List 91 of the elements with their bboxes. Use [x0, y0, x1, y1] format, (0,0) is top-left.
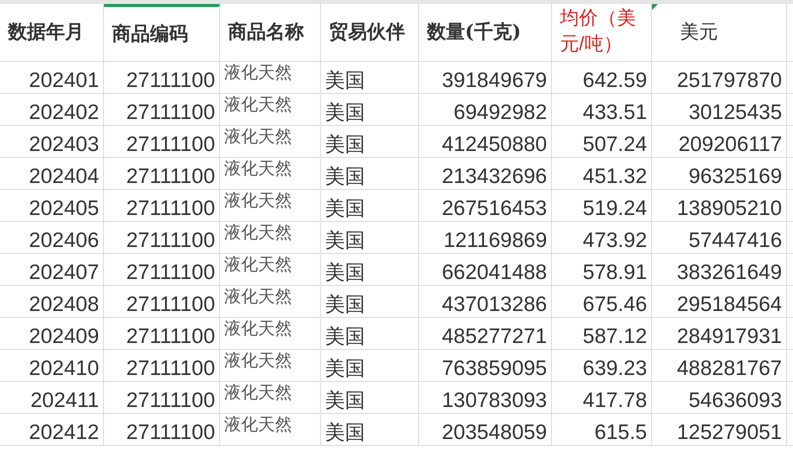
table-cell: 202412	[0, 414, 104, 446]
table-cell: 763859095	[419, 350, 552, 382]
table-cell: 639.23	[552, 350, 652, 382]
table-cell: 美国	[321, 190, 419, 222]
table-cell: 美国	[321, 382, 419, 414]
table-cell: 391849679	[419, 62, 552, 94]
table-cell: 27111100	[104, 158, 220, 190]
table-cell: 473.92	[552, 222, 652, 254]
table-cell: 130783093	[419, 382, 552, 414]
table-cell: 488281767	[652, 350, 787, 382]
column-header: 商品名称	[228, 20, 304, 46]
table-cell: 美国	[321, 126, 419, 158]
table-cell: 27111100	[104, 382, 220, 414]
table-cell: 液化天然	[220, 350, 321, 382]
table-cell: 液化天然	[220, 190, 321, 222]
table-cell: 587.12	[552, 318, 652, 350]
table-cell: 美国	[321, 62, 419, 94]
table-cell: 57447416	[652, 222, 787, 254]
table-cell: 27111100	[104, 318, 220, 350]
table-cell: 267516453	[419, 190, 552, 222]
table-cell: 202401	[0, 62, 104, 94]
table-cell: 121169869	[419, 222, 552, 254]
table-cell: 27111100	[104, 190, 220, 222]
table-cell: 383261649	[652, 254, 787, 286]
column-header: 贸易伙伴	[329, 20, 405, 46]
table-cell: 美国	[321, 254, 419, 286]
table-cell: 202406	[0, 222, 104, 254]
table-cell: 485277271	[419, 318, 552, 350]
table-cell: 417.78	[552, 382, 652, 414]
column-header: 商品编码	[112, 22, 188, 47]
table-cell: 284917931	[652, 318, 787, 350]
table-cell: 54636093	[652, 382, 787, 414]
table-cell: 578.91	[552, 254, 652, 286]
table-cell: 液化天然	[220, 94, 321, 126]
table-cell: 液化天然	[220, 222, 321, 254]
table-cell: 96325169	[652, 158, 787, 190]
table-cell: 液化天然	[220, 158, 321, 190]
table-cell: 662041488	[419, 254, 552, 286]
table-cell: 433.51	[552, 94, 652, 126]
table-cell: 507.24	[552, 126, 652, 158]
table-cell: 202403	[0, 126, 104, 158]
table-cell: 美国	[321, 286, 419, 318]
column-header: 美元	[679, 20, 718, 46]
table-cell: 125279051	[652, 414, 787, 446]
table-cell: 213432696	[419, 158, 552, 190]
table-cell: 27111100	[104, 414, 220, 446]
table-cell: 美国	[321, 414, 419, 446]
table-cell: 202407	[0, 254, 104, 286]
column-header: 数量(千克)	[427, 20, 521, 46]
table-cell: 138905210	[652, 190, 787, 222]
table-cell: 27111100	[104, 94, 220, 126]
table-cell: 液化天然	[220, 414, 321, 446]
table-cell: 209206117	[652, 126, 787, 158]
column-header: 均价（美元/吨）	[560, 6, 636, 57]
table-cell: 251797870	[652, 62, 787, 94]
table-cell: 液化天然	[220, 62, 321, 94]
table-cell: 642.59	[552, 62, 652, 94]
table-cell: 202411	[0, 382, 104, 414]
table-cell: 615.5	[552, 414, 652, 446]
table-cell: 202410	[0, 350, 104, 382]
table-cell: 27111100	[104, 62, 220, 94]
table-cell: 295184564	[652, 286, 787, 318]
table-cell: 451.32	[552, 158, 652, 190]
table-cell: 203548059	[419, 414, 552, 446]
table-cell: 202409	[0, 318, 104, 350]
table-cell: 30125435	[652, 94, 787, 126]
table-cell: 美国	[321, 94, 419, 126]
table-cell: 27111100	[104, 350, 220, 382]
table-cell: 液化天然	[220, 126, 321, 158]
table-cell: 液化天然	[220, 382, 321, 414]
table-cell: 27111100	[104, 222, 220, 254]
table-cell: 437013286	[419, 286, 552, 318]
table-cell: 液化天然	[220, 254, 321, 286]
table-cell: 美国	[321, 350, 419, 382]
table-cell: 美国	[321, 318, 419, 350]
table-cell: 27111100	[104, 254, 220, 286]
table-cell: 美国	[321, 158, 419, 190]
table-cell: 412450880	[419, 126, 552, 158]
table-cell: 69492982	[419, 94, 552, 126]
table-cell: 202408	[0, 286, 104, 318]
table-cell: 202405	[0, 190, 104, 222]
table-cell: 27111100	[104, 126, 220, 158]
table-cell: 美国	[321, 222, 419, 254]
column-header: 数据年月	[8, 20, 84, 46]
table-cell: 27111100	[104, 286, 220, 318]
table-cell: 202402	[0, 94, 104, 126]
table-cell: 675.46	[552, 286, 652, 318]
table-cell: 液化天然	[220, 286, 321, 318]
table-cell: 519.24	[552, 190, 652, 222]
table-cell: 液化天然	[220, 318, 321, 350]
table-cell: 202404	[0, 158, 104, 190]
